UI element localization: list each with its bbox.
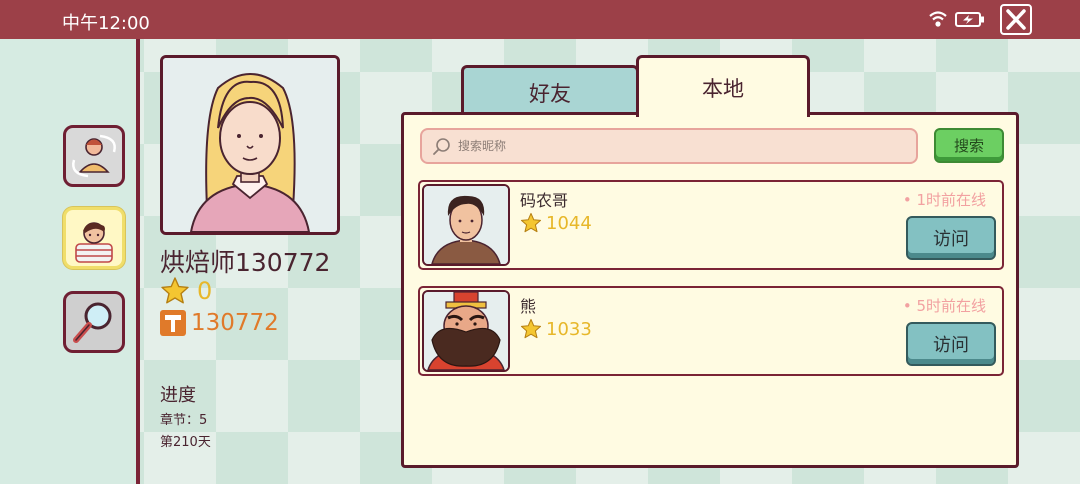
player-name: 烘焙师130772 — [160, 248, 331, 277]
player-portrait — [163, 58, 337, 232]
player-stars: 0 — [160, 276, 212, 306]
online-status-text: 5时前在线 — [916, 297, 986, 315]
status-time: 中午12:00 — [62, 13, 150, 34]
friends-panel: 搜索 码农哥 1044 • 1时前在线 访问 — [401, 112, 1019, 468]
status-bar: 中午12:00 — [0, 0, 1080, 39]
profile-button[interactable] — [63, 207, 125, 269]
friend-score: 1033 — [520, 318, 592, 340]
player-coins: 130772 — [160, 309, 279, 337]
search-users-button[interactable] — [63, 291, 125, 353]
side-rail — [0, 39, 140, 484]
online-status: • 1时前在线 — [902, 191, 986, 209]
search-icon — [433, 138, 450, 155]
search-button[interactable]: 搜索 — [934, 128, 1004, 163]
friend-portrait — [424, 186, 508, 264]
search-box — [420, 128, 918, 164]
player-star-count: 0 — [197, 277, 213, 305]
progress-chapter: 章节：5 — [160, 413, 208, 428]
hammer-icon — [160, 310, 186, 336]
profile-icon — [75, 222, 113, 263]
player-avatar — [160, 55, 340, 235]
close-button[interactable] — [1000, 4, 1032, 35]
friend-card: 码农哥 1044 • 1时前在线 访问 — [418, 180, 1004, 270]
character-swap-icon — [72, 134, 116, 178]
friend-name: 码农哥 — [520, 191, 569, 210]
friend-name: 熊 — [520, 297, 537, 316]
search-magnifier-icon — [73, 302, 112, 343]
star-icon — [520, 318, 542, 339]
friend-avatar — [422, 290, 510, 372]
tab-friends[interactable]: 好友 — [461, 65, 639, 117]
online-status: • 5时前在线 — [902, 297, 986, 315]
wifi-icon — [929, 11, 947, 27]
close-icon — [1006, 9, 1026, 30]
star-icon — [161, 277, 189, 304]
friend-portrait — [424, 292, 508, 370]
character-swap-button[interactable] — [63, 125, 125, 187]
visit-button[interactable]: 访问 — [906, 322, 996, 366]
star-icon — [520, 212, 542, 233]
friend-card: 熊 1033 • 5时前在线 访问 — [418, 286, 1004, 376]
online-status-text: 1时前在线 — [916, 191, 986, 209]
visit-button[interactable]: 访问 — [906, 216, 996, 260]
friend-score-value: 1033 — [546, 318, 592, 340]
friend-avatar — [422, 184, 510, 266]
player-coin-count: 130772 — [191, 310, 279, 336]
progress-title: 进度 — [160, 385, 196, 406]
friend-score: 1044 — [520, 212, 592, 234]
search-input[interactable] — [458, 130, 908, 162]
tab-local[interactable]: 本地 — [636, 55, 810, 117]
friend-score-value: 1044 — [546, 212, 592, 234]
battery-charging-icon — [955, 12, 984, 27]
progress-day: 第210天 — [160, 435, 211, 450]
